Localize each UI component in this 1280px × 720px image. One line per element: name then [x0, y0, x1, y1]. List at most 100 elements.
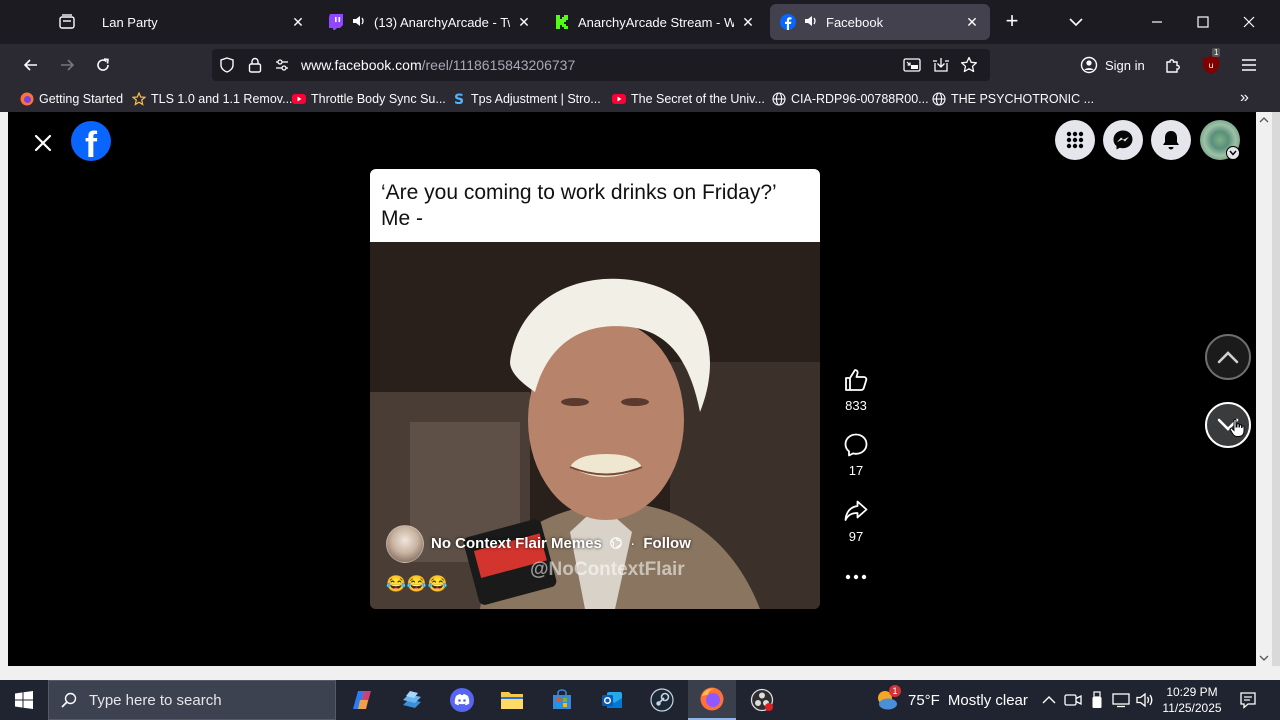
reel-owner[interactable]: No Context Flair Memes · Follow — [386, 525, 691, 563]
forward-button[interactable] — [52, 50, 82, 80]
meet-now-icon[interactable] — [1063, 690, 1083, 710]
maximize-icon — [1197, 16, 1209, 28]
more-bookmarks-chevron-icon[interactable]: » — [1240, 89, 1249, 107]
account-chevron-down-icon[interactable] — [1226, 146, 1240, 160]
bookmark-cia-rdp[interactable]: CIA-RDP96-00788R00... — [772, 90, 929, 108]
speaker-icon[interactable] — [352, 14, 366, 31]
facebook-f-icon: f — [85, 124, 97, 162]
action-center-notification-icon[interactable] — [1236, 688, 1260, 712]
list-all-tabs-button[interactable] — [1062, 8, 1090, 36]
tab-twitch[interactable]: (13) AnarchyArcade - Twitch ✕ — [318, 4, 542, 40]
close-tab-icon[interactable]: ✕ — [740, 14, 756, 31]
thumbs-up-icon[interactable] — [834, 366, 878, 394]
scroll-down-icon[interactable] — [1256, 650, 1272, 666]
next-reel-button[interactable] — [1205, 402, 1251, 448]
taskbar-app-stack[interactable] — [388, 680, 436, 720]
hamburger-menu-icon — [1242, 59, 1256, 71]
bookmark-star-icon[interactable] — [960, 56, 978, 74]
mail-icon — [602, 692, 622, 708]
minimize-button[interactable] — [1134, 0, 1180, 44]
network-icon[interactable] — [1111, 690, 1131, 710]
shield-icon[interactable] — [218, 56, 236, 74]
bookmark-getting-started[interactable]: Getting Started — [20, 90, 123, 108]
firefox-view-icon — [59, 14, 75, 29]
usb-drive-icon[interactable] — [1087, 690, 1107, 710]
reload-button[interactable] — [88, 50, 118, 80]
install-app-icon[interactable] — [932, 56, 950, 74]
tab-lan-party[interactable]: Lan Party ✕ — [92, 4, 316, 40]
taskbar-steam[interactable] — [638, 680, 686, 720]
messenger-icon — [1113, 130, 1133, 150]
app-menu-button[interactable] — [1234, 50, 1264, 80]
close-window-button[interactable] — [1226, 0, 1272, 44]
more-options-button[interactable] — [834, 563, 878, 591]
bookmark-psychotronic[interactable]: THE PSYCHOTRONIC ... — [932, 90, 1094, 108]
taskbar-copilot[interactable] — [338, 680, 386, 720]
speaker-icon[interactable] — [804, 14, 818, 31]
comment-bubble-icon[interactable] — [834, 431, 878, 459]
reel-card[interactable]: ‘Are you coming to work drinks on Friday… — [370, 169, 820, 609]
page-scrollbar[interactable] — [1256, 112, 1272, 666]
extensions-button[interactable] — [1158, 50, 1188, 80]
tab-kick-stream[interactable]: AnarchyArcade Stream - Watch ✕ — [544, 4, 766, 40]
system-clock[interactable]: 10:29 PM 11/25/2025 — [1150, 684, 1234, 716]
weather-partly-cloudy-icon: 1 — [874, 685, 901, 713]
close-tab-icon[interactable]: ✕ — [964, 14, 980, 31]
weather-widget[interactable]: 1 75°F Mostly clear — [874, 680, 1028, 720]
close-tab-icon[interactable]: ✕ — [290, 14, 306, 31]
new-tab-button[interactable]: + — [998, 8, 1026, 36]
taskbar-discord[interactable] — [438, 680, 486, 720]
address-bar[interactable]: www.facebook.com/reel/1118615843206737 — [212, 49, 990, 81]
close-reel-button[interactable] — [28, 128, 58, 158]
back-button[interactable] — [16, 50, 46, 80]
bookmark-tls[interactable]: TLS 1.0 and 1.1 Remov... — [132, 90, 293, 108]
reel-video[interactable]: @NoContextFlair No Context Flair Memes ·… — [370, 242, 820, 609]
lock-icon[interactable] — [246, 56, 264, 74]
sign-in-button[interactable]: Sign in — [1080, 51, 1145, 79]
more-horizontal-icon[interactable] — [834, 563, 878, 591]
start-button[interactable] — [0, 680, 48, 720]
extension-badge: 1 — [1212, 48, 1221, 57]
menu-grid-button[interactable] — [1055, 120, 1095, 160]
follow-button[interactable]: Follow — [643, 535, 691, 552]
taskbar-file-explorer[interactable] — [488, 680, 536, 720]
url-path: /reel/1118615843206737 — [421, 57, 576, 73]
comment-action[interactable]: 17 — [834, 431, 878, 478]
minimize-icon — [1152, 21, 1162, 23]
scroll-up-icon[interactable] — [1256, 112, 1272, 128]
maximize-button[interactable] — [1180, 0, 1226, 44]
like-action[interactable]: 833 — [834, 366, 878, 413]
bookmark-tps-adjustment[interactable]: S Tps Adjustment | Stro... — [452, 90, 601, 108]
share-action[interactable]: 97 — [834, 497, 878, 544]
search-icon — [49, 692, 89, 708]
taskbar-search-box[interactable]: Type here to search — [48, 680, 336, 720]
show-hidden-icons-chevron-up-icon[interactable] — [1039, 690, 1059, 710]
permissions-icon[interactable] — [273, 56, 291, 74]
notifications-button[interactable] — [1151, 120, 1191, 160]
svg-text:S: S — [454, 92, 464, 106]
clock-date: 11/25/2025 — [1162, 701, 1222, 715]
share-arrow-icon[interactable] — [834, 497, 878, 525]
previous-reel-button[interactable] — [1205, 334, 1251, 380]
owner-name[interactable]: No Context Flair Memes — [431, 535, 602, 552]
owner-avatar[interactable] — [386, 525, 424, 563]
bookmark-secret-universe[interactable]: The Secret of the Univ... — [612, 90, 765, 108]
taskbar-firefox[interactable] — [688, 680, 736, 720]
taskbar-microsoft-store[interactable] — [538, 680, 586, 720]
tab-facebook[interactable]: Facebook ✕ — [770, 4, 990, 40]
reel-description-emoji: 😂😂😂 — [386, 576, 449, 593]
search-placeholder: Type here to search — [89, 691, 222, 709]
messenger-button[interactable] — [1103, 120, 1143, 160]
windows-taskbar: Type here to search 1 75°F Mostly clear … — [0, 680, 1280, 720]
taskbar-obs[interactable] — [738, 680, 786, 720]
ublock-extension-button[interactable]: u 1 — [1196, 48, 1226, 80]
bookmark-label: Tps Adjustment | Stro... — [471, 92, 601, 106]
facebook-logo[interactable]: f — [71, 121, 111, 161]
bookmark-throttle-body[interactable]: Throttle Body Sync Su... — [292, 90, 446, 108]
picture-in-picture-icon[interactable] — [903, 56, 921, 74]
account-icon — [1080, 56, 1098, 74]
taskbar-outlook[interactable] — [588, 680, 636, 720]
firefox-view-button[interactable] — [50, 8, 84, 36]
close-tab-icon[interactable]: ✕ — [516, 14, 532, 31]
url-text[interactable]: www.facebook.com/reel/1118615843206737 — [301, 57, 575, 73]
